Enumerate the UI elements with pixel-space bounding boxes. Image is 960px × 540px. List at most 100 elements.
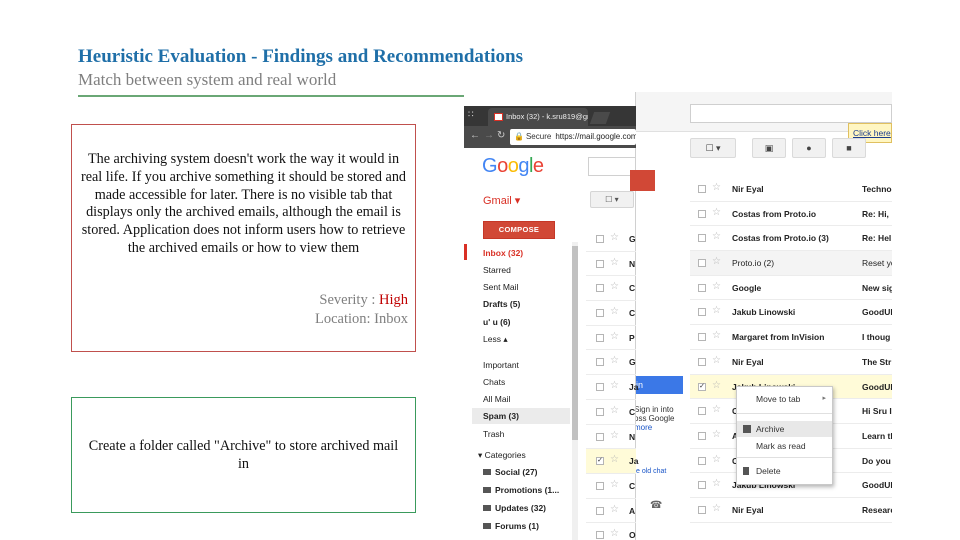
star-icon[interactable]: ☆ — [712, 454, 721, 465]
chat-more-link[interactable]: more — [634, 423, 652, 432]
email-row[interactable]: ☆ C — [586, 474, 636, 499]
star-icon[interactable]: ☆ — [610, 355, 619, 366]
star-icon[interactable]: ☆ — [712, 330, 721, 341]
row-checkbox[interactable] — [698, 234, 706, 243]
nav-social[interactable]: Social (27) — [483, 467, 538, 477]
star-icon[interactable]: ☆ — [610, 306, 619, 317]
left-scrollbar[interactable] — [572, 242, 578, 540]
row-checkbox[interactable] — [698, 259, 706, 268]
star-icon[interactable]: ☆ — [712, 380, 721, 391]
row-checkbox[interactable] — [698, 209, 706, 218]
star-icon[interactable]: ☆ — [712, 207, 721, 218]
star-icon[interactable]: ☆ — [610, 430, 619, 441]
select-all-dropdown[interactable]: ☐ ▾ — [690, 138, 736, 158]
star-icon[interactable]: ☆ — [610, 479, 619, 490]
row-checkbox[interactable] — [698, 456, 706, 465]
email-row[interactable]: ☆ O — [586, 523, 636, 540]
back-arrow-icon[interactable]: ← — [470, 130, 480, 141]
row-checkbox[interactable] — [698, 333, 706, 342]
nav-uu[interactable]: u' u (6) — [483, 317, 511, 327]
star-icon[interactable]: ☆ — [610, 331, 619, 342]
row-checkbox[interactable] — [698, 283, 706, 292]
row-checkbox[interactable] — [698, 185, 706, 193]
nav-drafts[interactable]: Drafts (5) — [483, 299, 520, 309]
email-row[interactable]: ✓ ☆ Ja — [586, 449, 638, 474]
nav-starred[interactable]: Starred — [483, 265, 511, 275]
star-icon[interactable]: ☆ — [712, 182, 721, 193]
ctx-mark-as-read[interactable]: Mark as read — [737, 438, 832, 454]
star-icon[interactable]: ☆ — [610, 257, 619, 268]
nav-inbox[interactable]: Inbox (32) — [483, 248, 523, 258]
star-icon[interactable]: ☆ — [712, 281, 721, 292]
new-tab-button[interactable] — [589, 112, 611, 124]
star-icon[interactable]: ☆ — [712, 256, 721, 267]
star-icon[interactable]: ☆ — [610, 405, 619, 416]
star-icon[interactable]: ☆ — [712, 429, 721, 440]
row-checkbox[interactable] — [596, 383, 604, 392]
browser-tab[interactable]: Inbox (32) - k.sru819@gm — [488, 108, 588, 126]
ctx-move-to-tab[interactable]: Move to tab ▸ — [737, 391, 832, 407]
star-icon[interactable]: ☆ — [712, 478, 721, 489]
star-icon[interactable]: ☆ — [610, 232, 619, 243]
email-row[interactable]: ☆ Google New sig — [690, 276, 892, 301]
star-icon[interactable]: ☆ — [712, 404, 721, 415]
row-checkbox[interactable] — [698, 407, 706, 416]
nav-forums[interactable]: Forums (1) — [483, 521, 539, 531]
forward-arrow-icon[interactable]: → — [484, 130, 494, 141]
row-checkbox[interactable] — [698, 481, 706, 490]
email-row[interactable]: ☆ N — [586, 252, 636, 277]
nav-promotions[interactable]: Promotions (1... — [483, 485, 559, 495]
star-icon[interactable]: ☆ — [610, 504, 619, 515]
email-row[interactable]: ☆ Jakub Linowski GoodUI — [690, 300, 892, 326]
star-icon[interactable]: ☆ — [712, 231, 721, 242]
nav-chats[interactable]: Chats — [483, 377, 505, 387]
star-icon[interactable]: ☆ — [610, 281, 619, 292]
row-checkbox[interactable]: ✓ — [596, 457, 604, 466]
chat-signin-button[interactable]: in — [631, 376, 683, 394]
omnibox[interactable]: 🔒 Secure https://mail.google.com — [510, 129, 636, 145]
nav-sent-mail[interactable]: Sent Mail — [483, 282, 518, 292]
nav-categories[interactable]: ▾ Categories — [478, 450, 526, 461]
row-checkbox[interactable] — [596, 432, 604, 441]
row-checkbox[interactable] — [596, 531, 604, 540]
star-icon[interactable]: ☆ — [712, 503, 721, 514]
gmail-label[interactable]: Gmail ▾ — [483, 194, 520, 207]
email-row[interactable]: ☆ Margaret from InVision I thoug — [690, 325, 892, 350]
compose-button[interactable]: COMPOSE — [483, 221, 555, 239]
star-icon[interactable]: ☆ — [610, 528, 619, 539]
row-checkbox[interactable] — [698, 505, 706, 514]
nav-spam[interactable]: Spam (3) — [483, 411, 519, 421]
email-row[interactable]: ☆ Proto.io (2) Reset yo — [690, 251, 892, 276]
star-icon[interactable]: ☆ — [610, 454, 619, 465]
email-row[interactable]: ☆ C — [586, 276, 636, 302]
email-row[interactable]: ☆ G — [586, 227, 636, 252]
star-icon[interactable]: ☆ — [712, 355, 721, 366]
nav-updates[interactable]: Updates (32) — [483, 503, 546, 513]
nav-all-mail[interactable]: All Mail — [483, 394, 510, 404]
email-row[interactable]: ☆ N — [586, 425, 636, 450]
front-search-input[interactable] — [588, 157, 636, 176]
ctx-delete[interactable]: Delete — [737, 463, 832, 479]
row-checkbox[interactable] — [596, 506, 604, 515]
reload-icon[interactable]: ↻ — [497, 130, 505, 141]
email-row[interactable]: ☆ A — [586, 499, 636, 524]
phone-icon[interactable]: ☎ — [650, 500, 662, 511]
delete-toolbar-icon[interactable]: ■ — [832, 138, 866, 158]
row-checkbox[interactable] — [698, 357, 706, 366]
archive-toolbar-icon[interactable]: ▣ — [752, 138, 786, 158]
nav-important[interactable]: Important — [483, 360, 519, 370]
ctx-archive[interactable]: Archive — [737, 421, 832, 437]
back-search-input[interactable] — [690, 104, 892, 123]
email-row[interactable]: ☆ Costas from Proto.io Re: Hi, — [690, 202, 892, 227]
email-row[interactable]: ☆ Nir Eyal Researc — [690, 498, 892, 523]
nav-less[interactable]: Less ▴ — [483, 334, 508, 345]
star-icon[interactable]: ☆ — [610, 380, 619, 391]
email-row[interactable]: ☆ G — [586, 350, 636, 376]
row-checkbox[interactable] — [596, 481, 604, 490]
email-row[interactable]: ☆ Ja — [586, 375, 638, 400]
email-row[interactable]: ☆ P — [586, 326, 636, 351]
row-checkbox[interactable] — [698, 308, 706, 317]
email-row[interactable]: ☆ C — [586, 400, 636, 425]
row-checkbox[interactable] — [596, 235, 604, 243]
report-spam-icon[interactable]: ● — [792, 138, 826, 158]
